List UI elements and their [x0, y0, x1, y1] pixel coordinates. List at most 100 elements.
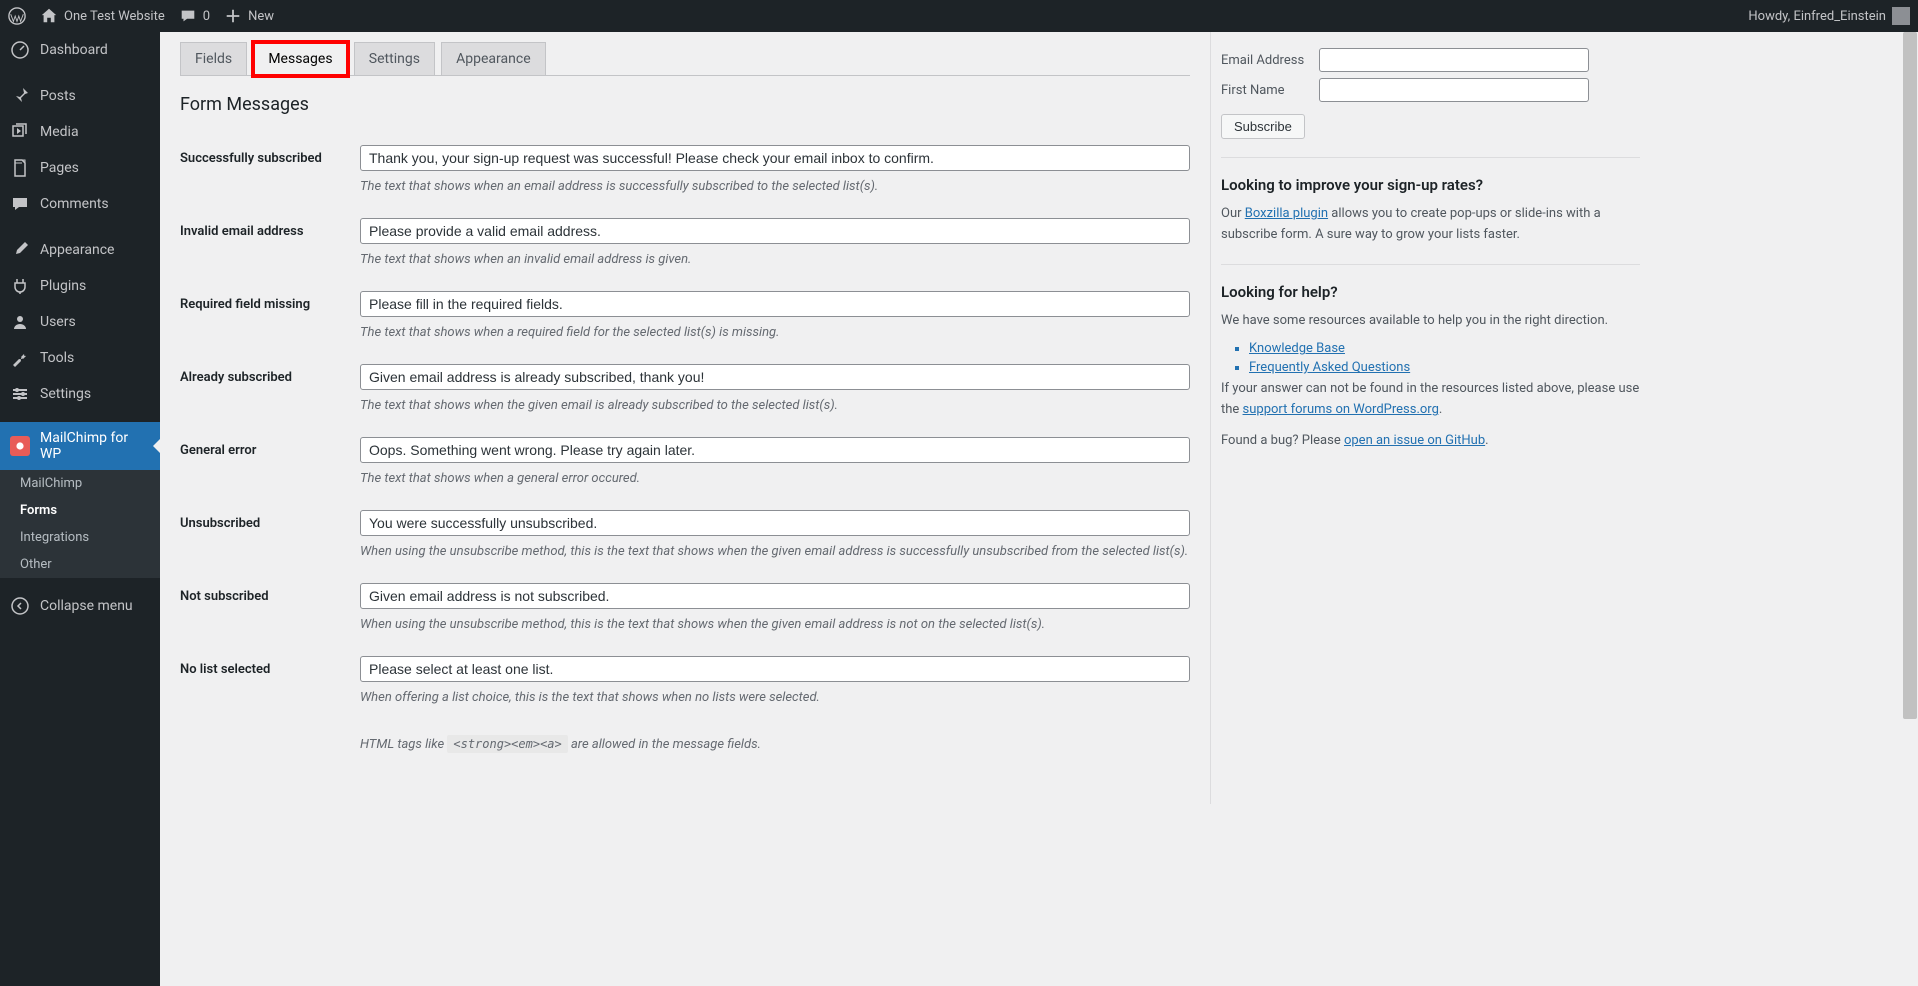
faq-link[interactable]: Frequently Asked Questions: [1249, 360, 1410, 375]
plugin-icon: [10, 276, 30, 296]
scrollbar-vertical[interactable]: [1902, 32, 1918, 986]
help-heading: Looking for help?: [1221, 283, 1640, 301]
scrollbar-thumb[interactable]: [1903, 32, 1917, 719]
submenu-integrations[interactable]: Integrations: [0, 524, 160, 551]
my-account-link[interactable]: Howdy, Einfred_Einstein: [1748, 7, 1910, 25]
users-icon: [10, 312, 30, 332]
label-unsubscribed: Unsubscribed: [180, 498, 360, 571]
tab-settings[interactable]: Settings: [354, 42, 435, 75]
submenu-label: Forms: [20, 503, 57, 518]
desc-general-error: The text that shows when a general error…: [360, 471, 1190, 486]
input-invalid-email[interactable]: [360, 218, 1190, 244]
site-name-link[interactable]: One Test Website: [40, 7, 165, 25]
mailchimp-icon: [10, 436, 30, 456]
plus-icon: [224, 7, 242, 25]
menu-media[interactable]: Media: [0, 114, 160, 150]
menu-label: Pages: [40, 160, 79, 176]
menu-label: Appearance: [40, 242, 114, 258]
menu-settings[interactable]: Settings: [0, 376, 160, 412]
menu-label: Users: [40, 314, 76, 330]
signup-email-input[interactable]: [1319, 48, 1589, 72]
form-messages-table: Successfully subscribed The text that sh…: [180, 133, 1190, 764]
help-bug: Found a bug? Please open an issue on Git…: [1221, 431, 1640, 452]
signup-firstname-label: First Name: [1221, 83, 1319, 98]
menu-label: MailChimp for WP: [40, 430, 150, 462]
site-name-text: One Test Website: [64, 9, 165, 24]
kb-link[interactable]: Knowledge Base: [1249, 341, 1345, 356]
section-heading: Form Messages: [180, 94, 1190, 115]
brush-icon: [10, 240, 30, 260]
submenu-mailchimp[interactable]: MailChimp: [0, 470, 160, 497]
signup-firstname-input[interactable]: [1319, 78, 1589, 102]
collapse-menu[interactable]: Collapse menu: [0, 588, 160, 624]
new-content-link[interactable]: New: [224, 7, 274, 25]
label-subscribed: Successfully subscribed: [180, 133, 360, 206]
help-noanswer: If your answer can not be found in the r…: [1221, 379, 1640, 421]
wp-logo-link[interactable]: [8, 7, 26, 25]
menu-label: Plugins: [40, 278, 86, 294]
menu-comments[interactable]: Comments: [0, 186, 160, 222]
input-unsubscribed[interactable]: [360, 510, 1190, 536]
menu-label: Comments: [40, 196, 109, 212]
menu-label: Dashboard: [40, 42, 108, 58]
menu-dashboard[interactable]: Dashboard: [0, 32, 160, 68]
avatar: [1892, 7, 1910, 25]
new-label: New: [248, 9, 274, 24]
input-already-subscribed[interactable]: [360, 364, 1190, 390]
menu-mc4wp[interactable]: MailChimp for WP: [0, 422, 160, 470]
subscribe-button[interactable]: Subscribe: [1221, 114, 1305, 139]
menu-posts[interactable]: Posts: [0, 78, 160, 114]
tab-messages[interactable]: Messages: [253, 42, 347, 76]
menu-label: Tools: [40, 350, 74, 366]
menu-appearance[interactable]: Appearance: [0, 232, 160, 268]
tags-note: HTML tags like <strong><em><a> are allow…: [360, 737, 1190, 752]
label-no-list: No list selected: [180, 644, 360, 717]
help-intro: We have some resources available to help…: [1221, 311, 1640, 332]
boxzilla-link[interactable]: Boxzilla plugin: [1245, 206, 1328, 221]
comments-icon: [10, 194, 30, 214]
admin-bar: One Test Website 0 New Howdy, Einfred_Ei…: [0, 0, 1918, 32]
tab-fields[interactable]: Fields: [180, 42, 247, 75]
submenu: MailChimp Forms Integrations Other: [0, 470, 160, 578]
tab-appearance[interactable]: Appearance: [441, 42, 545, 75]
admin-menu: Dashboard Posts Media Pages Comments App…: [0, 32, 160, 986]
input-not-subscribed[interactable]: [360, 583, 1190, 609]
signup-email-label: Email Address: [1221, 53, 1319, 68]
wordpress-logo-icon: [8, 7, 26, 25]
allowed-tags-code: <strong><em><a>: [447, 735, 567, 753]
input-subscribed[interactable]: [360, 145, 1190, 171]
menu-label: Settings: [40, 386, 91, 402]
dashboard-icon: [10, 40, 30, 60]
comment-icon: [179, 7, 197, 25]
menu-label: Media: [40, 124, 79, 140]
menu-pages[interactable]: Pages: [0, 150, 160, 186]
settings-icon: [10, 384, 30, 404]
comments-link[interactable]: 0: [179, 7, 210, 25]
label-not-subscribed: Not subscribed: [180, 571, 360, 644]
comment-count: 0: [203, 9, 210, 24]
support-forums-link[interactable]: support forums on WordPress.org: [1243, 402, 1439, 417]
desc-already-subscribed: The text that shows when the given email…: [360, 398, 1190, 413]
submenu-label: MailChimp: [20, 476, 82, 491]
label-required-missing: Required field missing: [180, 279, 360, 352]
menu-tools[interactable]: Tools: [0, 340, 160, 376]
label-general-error: General error: [180, 425, 360, 498]
input-required-missing[interactable]: [360, 291, 1190, 317]
home-icon: [40, 7, 58, 25]
tab-bar: Fields Messages Settings Appearance: [180, 42, 1190, 76]
collapse-icon: [10, 596, 30, 616]
menu-plugins[interactable]: Plugins: [0, 268, 160, 304]
pin-icon: [10, 86, 30, 106]
collapse-label: Collapse menu: [40, 598, 133, 614]
label-invalid-email: Invalid email address: [180, 206, 360, 279]
submenu-other[interactable]: Other: [0, 551, 160, 578]
desc-invalid-email: The text that shows when an invalid emai…: [360, 252, 1190, 267]
github-issue-link[interactable]: open an issue on GitHub: [1344, 433, 1485, 448]
menu-users[interactable]: Users: [0, 304, 160, 340]
input-general-error[interactable]: [360, 437, 1190, 463]
rates-text: Our Boxzilla plugin allows you to create…: [1221, 204, 1640, 246]
submenu-forms[interactable]: Forms: [0, 497, 160, 524]
label-already-subscribed: Already subscribed: [180, 352, 360, 425]
input-no-list[interactable]: [360, 656, 1190, 682]
desc-no-list: When offering a list choice, this is the…: [360, 690, 1190, 705]
